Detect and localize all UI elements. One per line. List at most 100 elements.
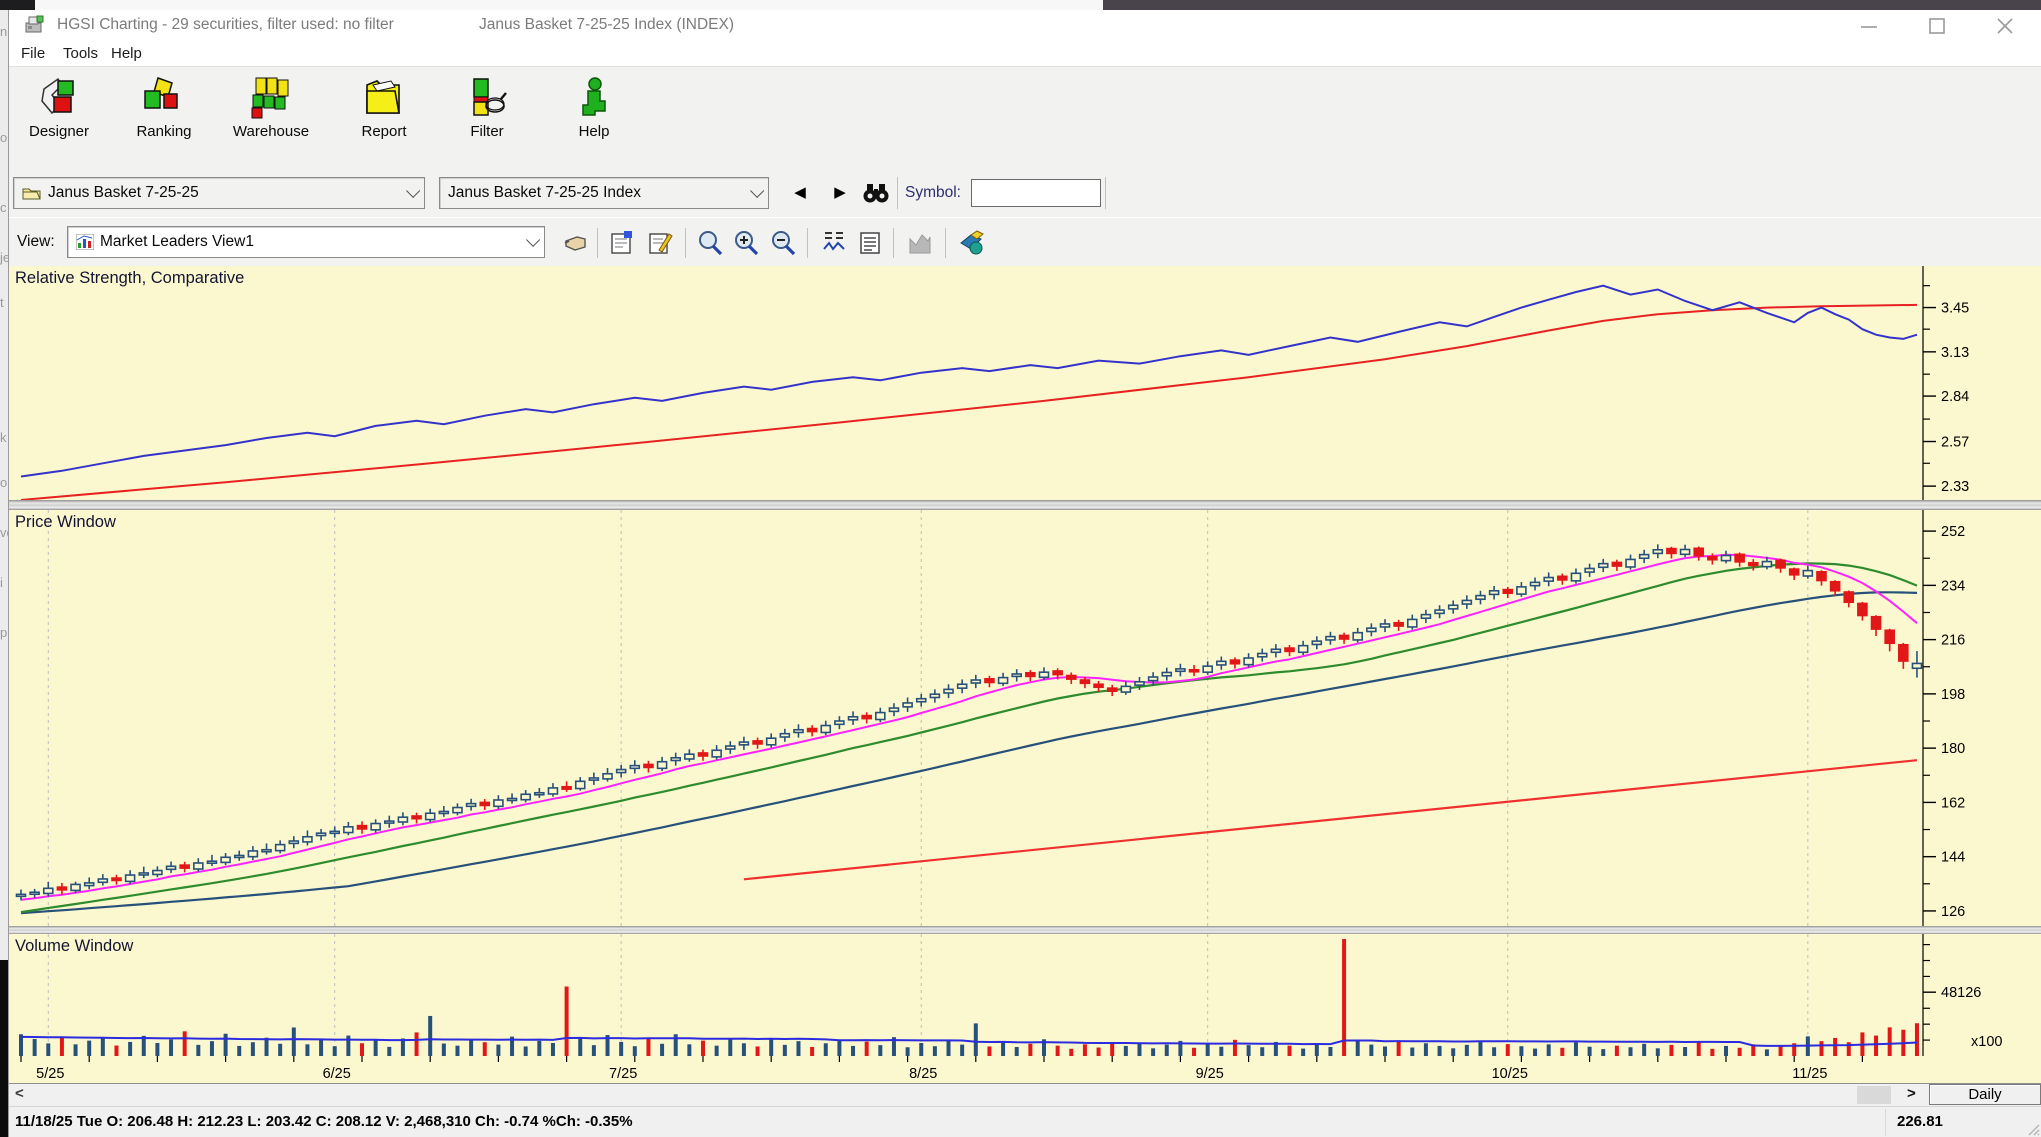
scrollbar-thumb[interactable] <box>1857 1086 1891 1104</box>
y-axis: 252234216198180162144126 <box>1923 510 1965 926</box>
main-toolbar: Designer Ranking <box>9 66 2041 172</box>
report-list-button[interactable] <box>853 226 887 260</box>
chevron-down-icon <box>406 184 420 198</box>
y-axis-label: 144 <box>1941 850 1965 866</box>
last-price-value: 226.81 <box>1897 1113 1943 1130</box>
menu-tools[interactable]: Tools <box>57 43 104 64</box>
month-label: 5/25 <box>36 1066 64 1082</box>
designer-button[interactable]: Designer <box>11 73 107 165</box>
separator <box>1885 1109 1886 1136</box>
zoom-in-button[interactable] <box>729 226 763 260</box>
background-text-fragment: o <box>0 475 7 490</box>
chart-scrollbar[interactable]: < > Daily <box>9 1084 2041 1107</box>
month-label: 10/25 <box>1492 1066 1528 1082</box>
window-title-document: Janus Basket 7-25-25 Index (INDEX) <box>479 16 734 34</box>
screen: nocjetkoveip HGSI Charting - 29 securiti… <box>0 0 2041 1137</box>
background-top-strip <box>0 0 2041 10</box>
help-button[interactable]: Help <box>546 73 642 165</box>
edit-sheet-pencil-icon <box>647 230 673 256</box>
report-icon <box>361 75 407 121</box>
background-text-fragment: je <box>0 250 8 265</box>
view-properties-button[interactable] <box>605 226 639 260</box>
basket-dropdown[interactable]: Janus Basket 7-25-25 <box>13 177 425 209</box>
minimize-button-icon[interactable] <box>1854 14 1884 38</box>
week-ticks <box>21 1056 1862 1062</box>
panel-splitter[interactable] <box>9 500 2041 510</box>
toolbar-button-label: Warehouse <box>223 123 319 140</box>
print-chart-button[interactable] <box>955 226 989 260</box>
magnifier-plus-icon <box>732 229 760 257</box>
security-dropdown[interactable]: Janus Basket 7-25-25 Index <box>439 177 769 209</box>
zoom-button[interactable] <box>693 226 727 260</box>
volume-unit-label: x100 <box>1971 1034 2002 1050</box>
relative-strength-panel[interactable]: 3.453.132.842.572.33 Relative Strength, … <box>9 266 2041 500</box>
background-text-fragment: t <box>0 295 4 310</box>
scroll-right-arrow[interactable]: > <box>1907 1085 1916 1102</box>
toolbar-button-label: Designer <box>11 123 107 140</box>
indicator-columns-button[interactable] <box>817 226 851 260</box>
properties-sheet-icon <box>609 230 635 256</box>
y-axis-label: 252 <box>1941 524 1965 540</box>
price-chart[interactable]: 252234216198180162144126 <box>9 510 2041 926</box>
chart-view-icon <box>76 234 94 250</box>
month-gridlines <box>48 510 1808 926</box>
y-axis-label: 126 <box>1941 904 1965 920</box>
separator <box>807 228 808 258</box>
background-text-fragment: ve <box>0 525 8 540</box>
close-button-icon[interactable] <box>1990 14 2020 38</box>
magnifier-minus-icon <box>769 229 797 257</box>
resize-grip[interactable] <box>2027 1123 2041 1137</box>
designer-icon <box>36 75 82 121</box>
menu-help[interactable]: Help <box>105 43 148 64</box>
view-label: View: <box>17 233 55 251</box>
date-axis: 5/256/257/258/259/2510/2511/25 <box>9 1056 2041 1084</box>
toolbar-button-label: Report <box>336 123 432 140</box>
y-axis-label: 162 <box>1941 795 1965 811</box>
background-black-block <box>0 960 8 1137</box>
apply-view-button[interactable] <box>559 226 593 260</box>
basket-dropdown-value: Janus Basket 7-25-25 <box>48 184 199 202</box>
next-security-button[interactable]: ▶ <box>827 179 853 207</box>
price-panel[interactable]: 252234216198180162144126 Price Window <box>9 510 2041 926</box>
y-axis-label: 3.13 <box>1941 345 1969 361</box>
symbol-input[interactable] <box>971 179 1101 207</box>
maximize-button-icon[interactable] <box>1922 14 1952 38</box>
warehouse-button[interactable]: Warehouse <box>223 73 319 165</box>
ranking-icon <box>141 75 187 121</box>
report-button[interactable]: Report <box>336 73 432 165</box>
timeframe-tab-daily[interactable]: Daily <box>1929 1084 2041 1105</box>
hgsi-window: HGSI Charting - 29 securities, filter us… <box>8 10 2041 1137</box>
background-text-fragment: n <box>0 24 7 39</box>
rs-chart[interactable]: 3.453.132.842.572.33 <box>9 266 2041 500</box>
chevron-down-icon <box>750 184 764 198</box>
edit-view-button[interactable] <box>643 226 677 260</box>
view-row: View: Market Leaders View1 <box>9 217 2041 268</box>
ranking-button[interactable]: Ranking <box>116 73 212 165</box>
month-labels: 5/256/257/258/259/2510/2511/25 <box>36 1066 1827 1082</box>
trend-line-200day <box>744 760 1917 879</box>
filter-button[interactable]: Filter <box>439 73 535 165</box>
volume-chart[interactable]: 48126 x100 <box>9 934 2041 1056</box>
help-icon <box>571 75 617 121</box>
menu-file[interactable]: File <box>15 43 51 64</box>
previous-security-button[interactable]: ◀ <box>787 179 813 207</box>
separator <box>897 177 898 209</box>
price-panel-title: Price Window <box>15 513 116 532</box>
panel-splitter[interactable] <box>9 926 2041 934</box>
y-axis-label: 234 <box>1941 578 1965 594</box>
month-label: 7/25 <box>609 1066 637 1082</box>
volume-panel[interactable]: 48126x100 Volume Window <box>9 934 2041 1056</box>
status-bar: 11/18/25 Tue O: 206.48 H: 212.23 L: 203.… <box>9 1106 2041 1137</box>
y-axis-label: 198 <box>1941 687 1965 703</box>
scroll-left-arrow[interactable]: < <box>15 1085 24 1102</box>
y-axis-label: 48126 <box>1941 985 1981 1001</box>
zoom-out-button[interactable] <box>766 226 800 260</box>
background-dark-band <box>1103 0 2041 10</box>
symbol-label: Symbol: <box>905 184 961 202</box>
find-binoculars-icon[interactable] <box>861 180 891 206</box>
y-axis-label: 2.84 <box>1941 389 1969 405</box>
view-dropdown[interactable]: Market Leaders View1 <box>67 226 545 258</box>
chart-disabled-button[interactable] <box>903 226 937 260</box>
background-dark-block <box>0 0 35 10</box>
month-label: 6/25 <box>323 1066 351 1082</box>
